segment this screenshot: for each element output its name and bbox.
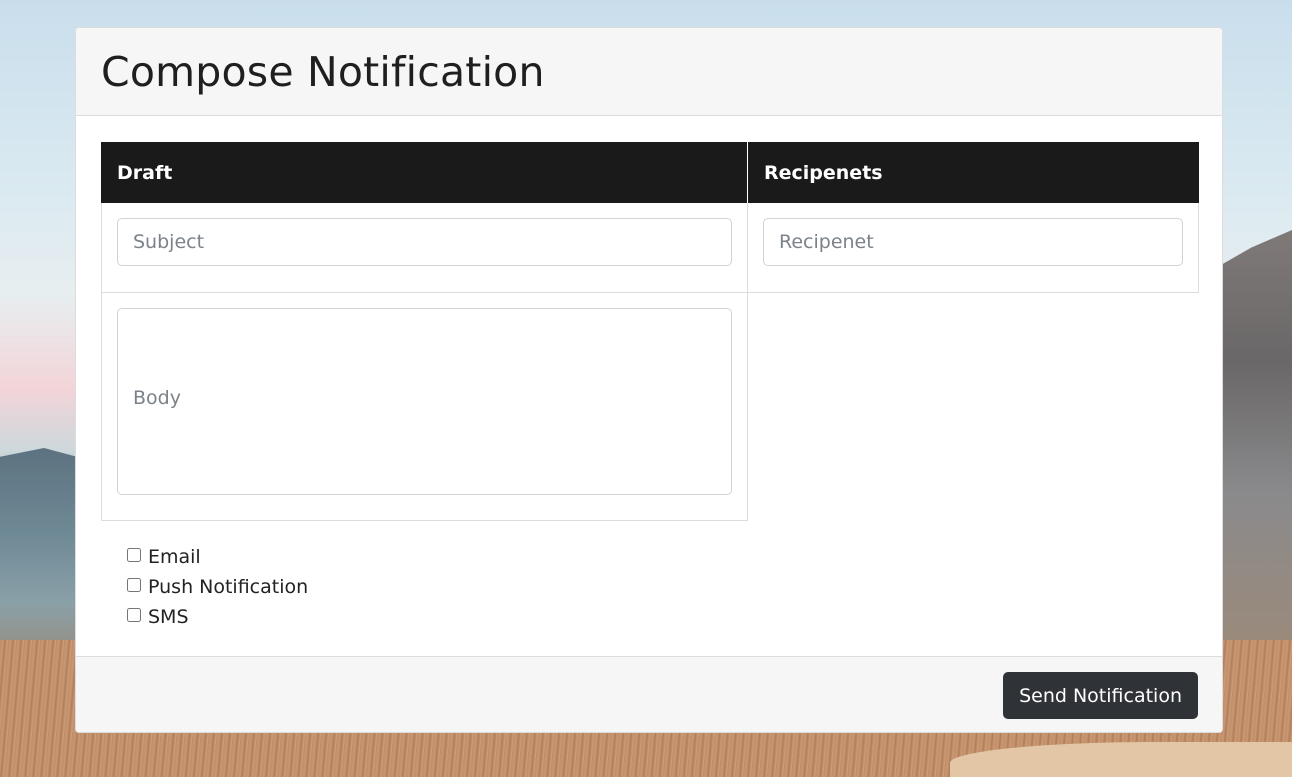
body-cell xyxy=(101,293,748,521)
recipient-cell xyxy=(748,203,1199,293)
table-row xyxy=(101,293,1199,521)
table-header-row: Draft Recipenets xyxy=(101,142,1199,203)
push-notification-option[interactable]: Push Notification xyxy=(125,572,308,602)
recipient-input[interactable] xyxy=(763,218,1183,266)
body-textarea[interactable] xyxy=(117,308,732,495)
draft-column-header: Draft xyxy=(101,142,748,203)
channel-checkbox-group: Email Push Notification SMS xyxy=(125,542,308,632)
push-notification-checkbox[interactable] xyxy=(127,578,141,592)
email-option[interactable]: Email xyxy=(125,542,308,572)
push-notification-label: Push Notification xyxy=(148,576,309,598)
page-title: Compose Notification xyxy=(101,47,545,96)
recipients-column-header: Recipenets xyxy=(764,161,883,184)
subject-cell xyxy=(101,203,748,293)
sms-label: SMS xyxy=(148,606,189,628)
compose-notification-card: Compose Notification Draft Recipenets Em… xyxy=(75,27,1223,733)
sms-option[interactable]: SMS xyxy=(125,602,308,632)
email-checkbox[interactable] xyxy=(127,548,141,562)
email-label: Email xyxy=(148,546,201,568)
card-header: Compose Notification xyxy=(76,28,1222,116)
sms-checkbox[interactable] xyxy=(127,608,141,622)
compose-table: Draft Recipenets xyxy=(101,142,1199,521)
send-notification-button[interactable]: Send Notification xyxy=(1003,672,1198,719)
table-row xyxy=(101,203,1199,293)
subject-input[interactable] xyxy=(117,218,732,266)
card-footer: Send Notification xyxy=(76,656,1222,732)
